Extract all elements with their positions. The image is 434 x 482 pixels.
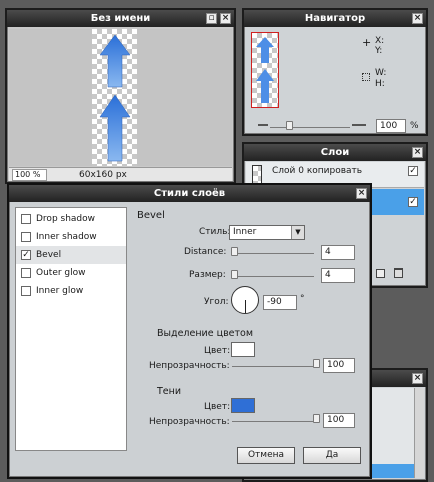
status-bar: 100 % 60x160 px — [9, 167, 232, 181]
angle-label: Угол: — [204, 297, 229, 307]
layer-visibility-checkbox[interactable]: ✓ — [408, 197, 418, 207]
navigator-panel: Навигатор × + X: Y: W: H: 100 % — [242, 8, 428, 136]
new-layer-icon[interactable] — [376, 269, 385, 278]
angle-input[interactable]: -90 — [263, 295, 297, 310]
effect-inner-glow[interactable]: Inner glow — [16, 282, 126, 300]
zoom-out-icon[interactable] — [258, 122, 268, 126]
effect-label: Outer glow — [36, 268, 86, 278]
layers-title: Слои — [244, 144, 426, 161]
up-arrow-icon — [99, 94, 130, 162]
effect-bevel[interactable]: ✓ Bevel — [16, 246, 126, 264]
close-icon[interactable]: × — [412, 373, 423, 384]
shadow-opacity-thumb[interactable] — [313, 414, 320, 423]
angle-dial[interactable] — [231, 286, 259, 314]
cancel-button[interactable]: Отмена — [237, 447, 295, 464]
distance-input[interactable]: 4 — [321, 245, 355, 260]
section-title: Bevel — [137, 210, 165, 221]
close-icon[interactable]: × — [356, 188, 367, 199]
navigator-zoom-slider[interactable] — [270, 127, 350, 128]
history-scrollbar[interactable] — [414, 388, 424, 478]
effect-checkbox[interactable]: ✓ — [21, 250, 31, 260]
up-arrow-icon — [256, 37, 274, 103]
up-arrow-icon — [99, 34, 130, 88]
highlight-section-title: Выделение цветом — [157, 328, 254, 339]
shadow-color-label: Цвет: — [204, 402, 231, 412]
document-window: Без имени ▫ × 100 % 60x160 px — [5, 8, 236, 184]
angle-dial-needle — [245, 300, 246, 313]
selection-size-icon — [362, 73, 370, 81]
dialog-title: Стили слоёв — [9, 185, 370, 202]
canvas-area[interactable] — [9, 29, 232, 166]
w-label: W: — [375, 68, 387, 78]
navigator-zoom-thumb[interactable] — [286, 121, 293, 130]
effect-checkbox[interactable] — [21, 214, 31, 224]
close-icon[interactable]: × — [220, 13, 231, 24]
shadow-color-swatch[interactable] — [231, 398, 255, 413]
close-icon[interactable]: × — [412, 147, 423, 158]
distance-label: Distance: — [184, 247, 227, 257]
layer-visibility-checkbox[interactable]: ✓ — [408, 166, 418, 176]
style-select-value: Inner — [233, 227, 257, 237]
effect-checkbox[interactable] — [21, 268, 31, 278]
navigator-title: Навигатор — [244, 10, 426, 27]
size-slider[interactable] — [232, 276, 314, 277]
x-label: X: — [375, 36, 385, 46]
image-canvas[interactable] — [92, 29, 137, 166]
shadow-section-title: Тени — [157, 386, 182, 397]
size-input[interactable]: 4 — [321, 268, 355, 283]
layer-styles-dialog: Стили слоёв × Drop shadow Inner shadow ✓… — [7, 183, 372, 479]
shadow-opacity-label: Непрозрачность: — [149, 417, 230, 427]
highlight-opacity-label: Непрозрачность: — [149, 361, 230, 371]
effect-label: Inner shadow — [36, 232, 97, 242]
ok-button[interactable]: Да — [303, 447, 361, 464]
layer-name: Слой 0 копировать — [272, 166, 363, 176]
document-title: Без имени — [7, 10, 234, 27]
size-thumb[interactable] — [231, 270, 238, 279]
effect-checkbox[interactable] — [21, 286, 31, 296]
highlight-opacity-input[interactable]: 100 — [323, 358, 355, 373]
distance-slider[interactable] — [232, 253, 314, 254]
angle-unit: ° — [300, 294, 305, 304]
shadow-opacity-slider[interactable] — [232, 421, 318, 422]
zoom-field[interactable]: 100 % — [12, 169, 47, 181]
shadow-opacity-input[interactable]: 100 — [323, 413, 355, 428]
navigator-thumbnail[interactable] — [251, 32, 279, 108]
effect-checkbox[interactable] — [21, 232, 31, 242]
layer-thumbnail — [252, 165, 262, 185]
image-size-label: 60x160 px — [79, 170, 127, 180]
style-label: Стиль: — [199, 227, 231, 237]
trash-icon[interactable] — [394, 268, 403, 278]
effect-label: Inner glow — [36, 286, 84, 296]
distance-thumb[interactable] — [231, 247, 238, 256]
size-label: Размер: — [189, 270, 226, 280]
maximize-icon[interactable]: ▫ — [206, 13, 217, 24]
zoom-in-icon[interactable] — [352, 120, 366, 126]
h-label: H: — [375, 79, 385, 89]
navigator-zoom-input[interactable]: 100 — [376, 119, 406, 133]
highlight-color-swatch[interactable] — [231, 342, 255, 357]
effect-drop-shadow[interactable]: Drop shadow — [16, 210, 126, 228]
y-label: Y: — [375, 46, 383, 56]
effect-label: Bevel — [36, 250, 62, 260]
effect-outer-glow[interactable]: Outer glow — [16, 264, 126, 282]
highlight-opacity-thumb[interactable] — [313, 359, 320, 368]
highlight-opacity-slider[interactable] — [232, 366, 318, 367]
effect-inner-shadow[interactable]: Inner shadow — [16, 228, 126, 246]
highlight-color-label: Цвет: — [204, 346, 231, 356]
style-select[interactable]: Inner ▼ — [229, 225, 305, 240]
crosshair-icon: + — [362, 36, 372, 49]
effects-list: Drop shadow Inner shadow ✓ Bevel Outer g… — [15, 207, 127, 451]
close-icon[interactable]: × — [412, 13, 423, 24]
effect-label: Drop shadow — [36, 214, 96, 224]
chevron-down-icon[interactable]: ▼ — [291, 226, 304, 239]
zoom-unit: % — [410, 121, 419, 131]
